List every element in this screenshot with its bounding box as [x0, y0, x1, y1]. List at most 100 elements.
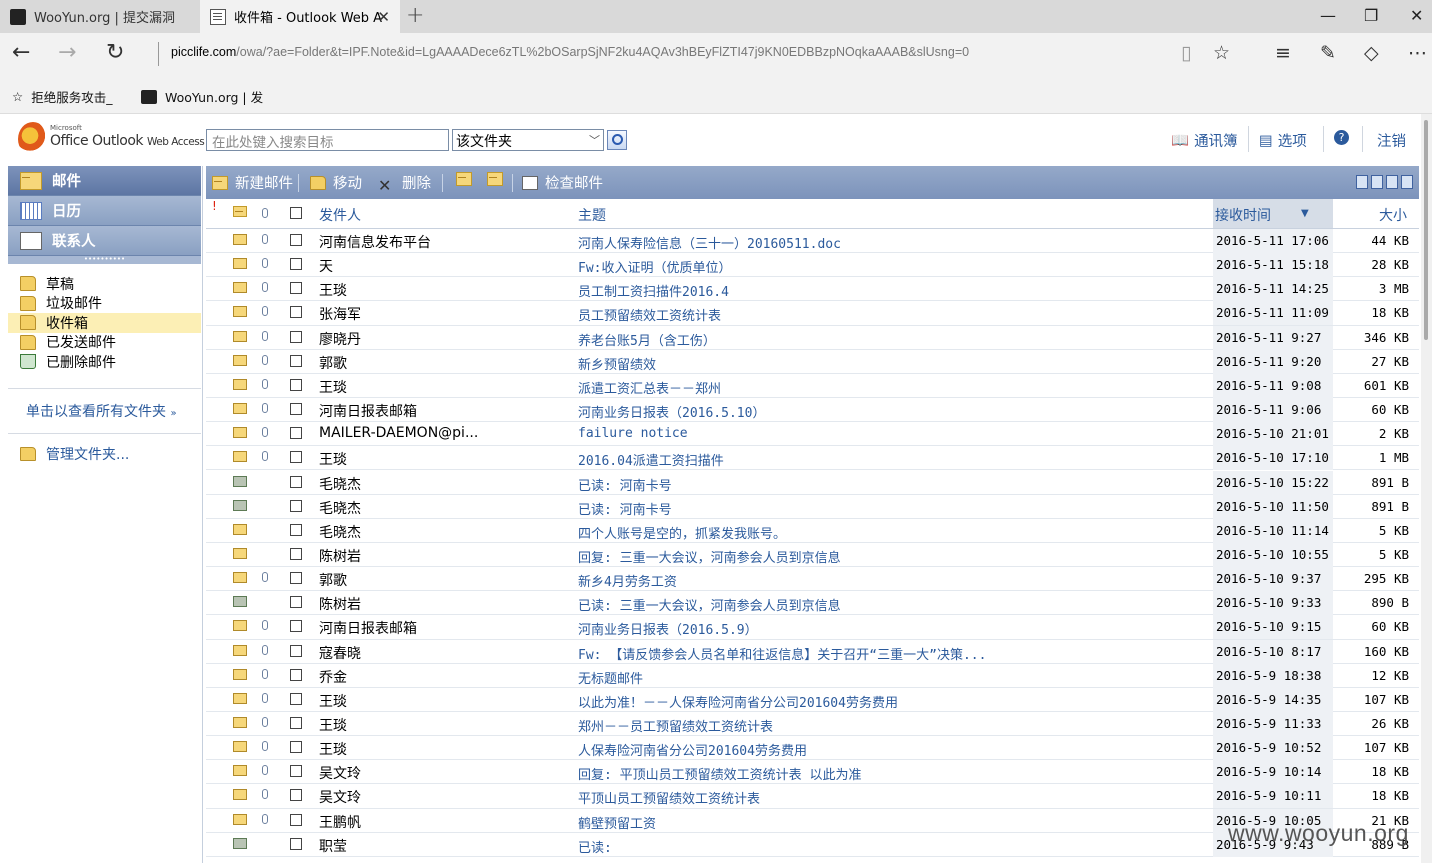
subject-link[interactable]: 派遣工资汇总表－－郑州 [578, 378, 1208, 397]
nav-contacts[interactable]: 联系人 [8, 226, 201, 256]
table-row[interactable]: 河南日报表邮箱 河南业务日报表（2016.5.10） 2016-5-11 9:06 6… [206, 398, 1419, 423]
manage-folders-link[interactable]: 管理文件夹... [8, 444, 201, 464]
move-button[interactable]: 移动 [310, 172, 362, 193]
table-row[interactable]: 陈树岩 回复: 三重一大会议，河南参会人员到京信息 2016-5-10 10:55 5… [206, 542, 1419, 568]
column-received[interactable]: 接收时间 [1215, 205, 1271, 225]
subject-link[interactable]: 员工制工资扫描件2016.4 [578, 281, 1208, 300]
column-sender[interactable]: 发件人 [319, 205, 361, 225]
search-input[interactable]: 在此处键入搜索目标 [206, 129, 449, 151]
select-all-checkbox[interactable] [290, 207, 302, 219]
table-row[interactable]: 河南信息发布平台 河南人保寿险信息（三十一）20160511.doc 2016-5-… [206, 229, 1419, 254]
minimize-button[interactable]: — [1320, 6, 1336, 25]
subject-link[interactable]: 2016.04派遣工资扫描件 [578, 450, 1208, 469]
web-note-icon[interactable]: ✎ [1320, 42, 1336, 64]
row-checkbox[interactable] [290, 403, 302, 416]
row-checkbox[interactable] [290, 427, 302, 440]
row-checkbox[interactable] [290, 354, 302, 367]
folder-inbox[interactable]: 收件箱 [8, 313, 201, 333]
row-checkbox[interactable] [290, 234, 302, 246]
column-size[interactable]: 大小 [1379, 205, 1407, 225]
forward-mail-button[interactable] [487, 172, 510, 186]
table-row[interactable]: 吴文玲 平顶山员工预留绩效工资统计表 2016-5-9 10:11 18 KB [206, 784, 1419, 809]
more-icon[interactable]: ⋯ [1408, 42, 1427, 64]
subject-link[interactable]: 四个人账号是空的，抓紧发我账号。 [578, 523, 1208, 542]
row-checkbox[interactable] [290, 644, 302, 657]
subject-link[interactable]: 人保寿险河南省分公司201604劳务费用 [578, 740, 1208, 759]
table-row[interactable]: 王琰 以此为准！－－人保寿险河南省分公司201604劳务费用 2016-5-9 14… [206, 687, 1419, 712]
importance-icon[interactable]: ! [212, 199, 217, 213]
table-row[interactable]: 王琰 员工制工资扫描件2016.4 2016-5-11 14:25 3 MB [206, 277, 1419, 302]
subject-link[interactable]: Fw:收入证明（优质单位） [578, 257, 1208, 276]
table-row[interactable]: 吴文玲 回复: 平顶山员工预留绩效工资统计表 以此为准 2016-5-9 10:14… [206, 760, 1419, 785]
table-row[interactable]: 廖晓丹 养老台账5月（含工伤） 2016-5-11 9:27 346 KB [206, 325, 1419, 350]
subject-link[interactable]: 已读: 三重一大会议，河南参会人员到京信息 [578, 595, 1208, 614]
new-mail-button[interactable]: 新建邮件 [212, 172, 293, 193]
table-row[interactable]: 天 Fw:收入证明（优质单位） 2016-5-11 15:18 28 KB [206, 253, 1419, 278]
page-scrollbar[interactable] [1421, 114, 1432, 863]
subject-link[interactable]: 河南业务日报表（2016.5.10） [578, 402, 1208, 421]
folder-sent[interactable]: 已发送邮件 [8, 333, 201, 353]
resize-grip[interactable]: •••••••••• [8, 256, 201, 264]
row-checkbox[interactable] [290, 668, 302, 681]
last-page-icon[interactable] [1401, 175, 1413, 189]
hub-icon[interactable]: ≡ [1275, 42, 1291, 64]
table-row[interactable]: 陈树岩 已读: 三重一大会议，河南参会人员到京信息 2016-5-10 9:33 89… [206, 591, 1419, 616]
row-checkbox[interactable] [290, 765, 302, 778]
next-page-icon[interactable] [1386, 175, 1398, 189]
table-row[interactable]: 河南日报表邮箱 河南业务日报表（2016.5.9） 2016-5-10 9:15 60… [206, 615, 1419, 640]
table-row[interactable]: MAILER-DAEMON@pi... failure notice 2016-5-… [206, 422, 1419, 447]
folder-junk[interactable]: 垃圾邮件 [8, 294, 201, 314]
browser-tab-wooyun[interactable]: WooYun.org | 提交漏洞 [0, 0, 200, 33]
subject-link[interactable]: 新乡预留绩效 [578, 354, 1208, 373]
url-field[interactable]: picclife.com/owa/?ae=Folder&t=IPF.Note&i… [171, 45, 969, 59]
scrollbar-thumb[interactable] [1424, 120, 1428, 340]
table-row[interactable]: 毛晓杰 已读: 河南卡号 2016-5-10 11:50 891 B [206, 494, 1419, 519]
row-checkbox[interactable] [290, 789, 302, 802]
first-page-icon[interactable] [1356, 175, 1368, 189]
row-checkbox[interactable] [290, 547, 302, 560]
table-row[interactable]: 寇春晓 Fw: 【请反馈参会人员名单和往返信息】关于召开“三重一大”决策... 20… [206, 639, 1419, 664]
favorite-item[interactable]: WooYun.org | 发 [141, 87, 263, 106]
subject-link[interactable]: 已读: 河南卡号 [578, 475, 1208, 494]
subject-link[interactable]: 平顶山员工预留绩效工资统计表 [578, 788, 1208, 807]
subject-link[interactable]: 河南业务日报表（2016.5.9） [578, 619, 1208, 638]
subject-link[interactable]: 养老台账5月（含工伤） [578, 330, 1208, 349]
row-checkbox[interactable] [290, 620, 302, 633]
table-row[interactable]: 毛晓杰 已读: 河南卡号 2016-5-10 15:22 891 B [206, 470, 1419, 495]
nav-calendar[interactable]: 日历 [8, 196, 201, 226]
subject-link[interactable]: failure notice [578, 426, 1208, 441]
row-checkbox[interactable] [290, 572, 302, 585]
table-row[interactable]: 张海军 员工预留绩效工资统计表 2016-5-11 11:09 18 KB [206, 301, 1419, 326]
search-button[interactable] [607, 130, 627, 150]
subject-link[interactable]: 已读: [578, 837, 1208, 856]
help-button[interactable]: ? [1334, 130, 1354, 145]
check-mail-button[interactable]: 检查邮件 [522, 172, 603, 193]
row-checkbox[interactable] [290, 451, 302, 464]
row-checkbox[interactable] [290, 282, 302, 295]
row-checkbox[interactable] [290, 306, 302, 319]
table-row[interactable]: 王琰 郑州－－员工预留绩效工资统计表 2016-5-9 11:33 26 KB [206, 712, 1419, 737]
table-row[interactable]: 王琰 派遣工资汇总表－－郑州 2016-5-11 9:08 601 KB [206, 373, 1419, 399]
refresh-button[interactable]: ↻ [106, 40, 124, 65]
reply-button[interactable] [456, 172, 479, 186]
subject-link[interactable]: 河南人保寿险信息（三十一）20160511.doc [578, 233, 1208, 252]
subject-link[interactable]: 无标题邮件 [578, 668, 1208, 687]
share-icon[interactable]: ◇ [1364, 42, 1379, 64]
subject-link[interactable]: 员工预留绩效工资统计表 [578, 305, 1208, 324]
row-checkbox[interactable] [290, 499, 302, 512]
browser-tab-outlook[interactable]: 收件箱 - Outlook Web A ✕ [200, 0, 400, 33]
delete-button[interactable]: ✕ 删除 [378, 172, 431, 195]
row-checkbox[interactable] [290, 475, 302, 488]
subject-link[interactable]: 回复: 平顶山员工预留绩效工资统计表 以此为准 [578, 764, 1208, 783]
subject-link[interactable]: 鹤壁预留工资 [578, 813, 1208, 832]
column-subject[interactable]: 主题 [578, 205, 606, 225]
subject-link[interactable]: 郑州－－员工预留绩效工资统计表 [578, 716, 1208, 735]
options-link[interactable]: ▤ 选项 [1259, 130, 1307, 151]
table-row[interactable]: 乔金 无标题邮件 2016-5-9 18:38 12 KB [206, 663, 1419, 688]
logout-link[interactable]: 注销 [1377, 130, 1406, 151]
forward-button[interactable]: → [58, 40, 76, 65]
address-book-link[interactable]: 📖 通讯簿 [1171, 130, 1238, 151]
row-checkbox[interactable] [290, 596, 302, 609]
row-checkbox[interactable] [290, 741, 302, 754]
table-row[interactable]: 毛晓杰 四个人账号是空的，抓紧发我账号。 2016-5-10 11:14 5 KB [206, 518, 1419, 543]
